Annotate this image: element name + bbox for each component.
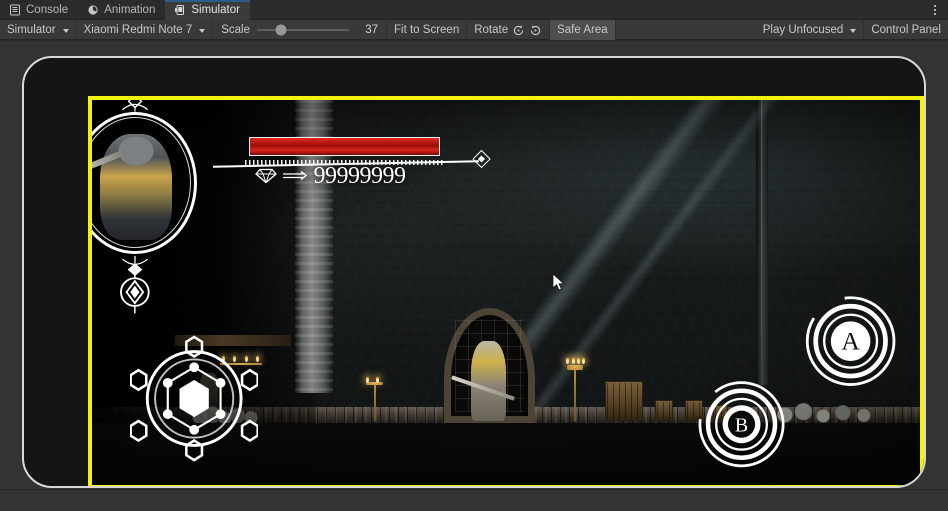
crate xyxy=(655,400,674,422)
rotate-clockwise-icon[interactable] xyxy=(529,24,542,37)
kebab-dot xyxy=(934,9,936,11)
scale-value: 37 xyxy=(365,24,379,36)
fit-to-screen-button[interactable]: Fit to Screen xyxy=(387,20,468,40)
npc-knight xyxy=(471,340,506,422)
safe-area-label: Safe Area xyxy=(557,24,608,36)
control-panel-button[interactable]: Control Panel xyxy=(864,20,948,40)
hex-joystick[interactable] xyxy=(130,335,259,462)
safe-area-toggle[interactable]: Safe Area xyxy=(550,20,616,40)
simulator-toolbar: Simulator Xiaomi Redmi Note 7 Scale 37 F… xyxy=(0,20,948,40)
device-frame: 99999999 A B xyxy=(22,56,926,488)
rotate-control[interactable]: Rotate xyxy=(467,20,551,40)
unity-simulator-window: Console Animation Simulator Simulator Xi… xyxy=(0,0,948,511)
candelabra xyxy=(365,375,384,422)
scale-control: Scale 37 xyxy=(213,20,386,40)
action-button-b[interactable]: B xyxy=(696,379,787,469)
clock-icon xyxy=(87,4,99,16)
view-mode-dropdown[interactable]: Simulator xyxy=(0,20,77,40)
candelabra-stem xyxy=(373,383,376,422)
svg-text:A: A xyxy=(842,327,861,356)
console-icon xyxy=(9,4,21,16)
scale-slider[interactable] xyxy=(257,24,350,36)
rotate-counterclockwise-icon[interactable] xyxy=(512,24,525,37)
scale-slider-track xyxy=(257,29,350,31)
flame xyxy=(365,376,369,384)
safe-area-overlay: 99999999 A B xyxy=(88,96,924,486)
mouse-pointer-icon xyxy=(552,273,565,292)
bottom-status-bar xyxy=(0,489,948,511)
device-dropdown[interactable]: Xiaomi Redmi Note 7 xyxy=(77,20,214,40)
tab-bar-spacer xyxy=(250,0,922,19)
tab-animation[interactable]: Animation xyxy=(78,0,165,20)
control-panel-label: Control Panel xyxy=(871,24,941,36)
simulator-stage: 99999999 A B xyxy=(0,41,948,511)
game-view[interactable]: 99999999 A B xyxy=(92,100,920,485)
kebab-menu-icon[interactable] xyxy=(922,0,948,20)
flame xyxy=(571,357,575,365)
candelabra-stem xyxy=(574,367,577,422)
chevron-down-icon xyxy=(199,28,206,33)
waterfall xyxy=(294,100,334,393)
device-icon xyxy=(174,4,186,16)
kebab-dot xyxy=(934,5,936,7)
tab-simulator-label: Simulator xyxy=(191,4,240,16)
device-label: Xiaomi Redmi Note 7 xyxy=(83,24,193,36)
flame xyxy=(566,357,570,365)
flame xyxy=(576,357,580,365)
tab-console-label: Console xyxy=(26,4,69,16)
view-mode-label: Simulator xyxy=(7,24,56,36)
rotate-label: Rotate xyxy=(474,24,509,36)
tab-console[interactable]: Console xyxy=(0,0,78,20)
tab-simulator[interactable]: Simulator xyxy=(165,0,250,20)
kebab-dot xyxy=(934,13,936,15)
svg-text:B: B xyxy=(735,415,748,437)
fit-to-screen-label: Fit to Screen xyxy=(394,24,460,36)
candelabra xyxy=(566,356,585,422)
scale-slider-knob[interactable] xyxy=(275,24,287,36)
rubble-pile xyxy=(770,396,887,424)
scale-label: Scale xyxy=(221,24,251,36)
play-mode-dropdown[interactable]: Play Unfocused xyxy=(756,20,865,40)
action-button-a[interactable]: A xyxy=(803,294,898,388)
chevron-down-icon xyxy=(62,28,69,33)
stone-pillar xyxy=(756,100,769,385)
chevron-down-icon xyxy=(850,28,857,33)
tab-animation-label: Animation xyxy=(104,4,156,16)
play-mode-label: Play Unfocused xyxy=(762,24,844,36)
tab-bar: Console Animation Simulator xyxy=(0,0,948,20)
flame xyxy=(581,357,585,365)
crate xyxy=(605,381,644,422)
